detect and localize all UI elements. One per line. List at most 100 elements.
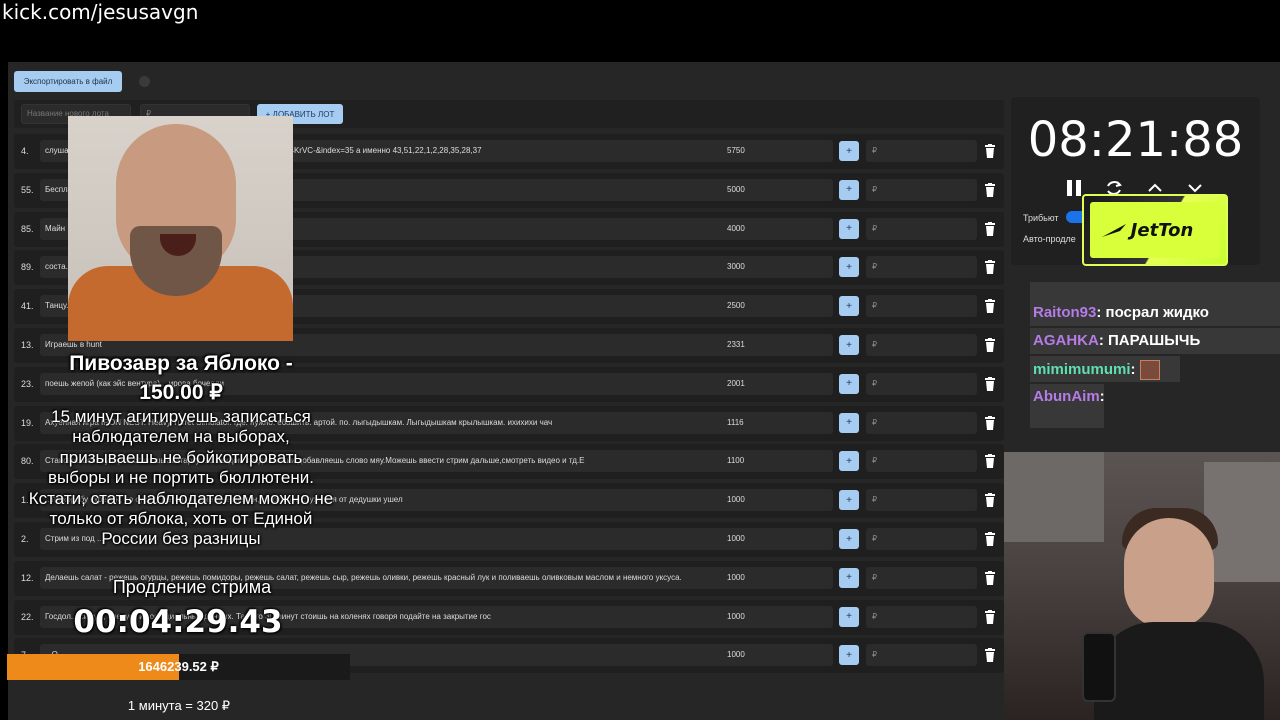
lot-number: 89.	[21, 262, 34, 273]
lot-add-input[interactable]: ₽	[866, 295, 977, 318]
lot-amount[interactable]: 2331	[722, 334, 833, 356]
chat-username: АbunAim	[1033, 388, 1100, 405]
trash-icon[interactable]	[984, 609, 996, 624]
lot-add-input[interactable]: ₽	[866, 372, 977, 395]
donation-message-line: 15 минут агитируешь записаться	[51, 407, 311, 426]
trash-icon[interactable]	[984, 260, 996, 275]
donation-message-line: Кстати, стать наблюдателем можно не	[28, 488, 334, 508]
lot-add-input[interactable]: ₽	[866, 140, 977, 162]
lot-amount[interactable]: 4000	[722, 217, 833, 240]
lot-add-input[interactable]: ₽	[866, 411, 977, 434]
lot-add-input[interactable]: ₽	[866, 528, 977, 550]
donation-message-line: призываешь не бойкотировать	[59, 447, 303, 467]
lot-number: 55.	[21, 184, 34, 195]
lot-amount[interactable]: 5750	[722, 140, 833, 162]
trash-icon[interactable]	[984, 415, 996, 430]
add-amount-button[interactable]: +	[839, 335, 859, 355]
chat-separator: :	[1099, 388, 1105, 405]
trash-icon[interactable]	[984, 338, 996, 352]
add-amount-button[interactable]: +	[839, 412, 859, 433]
lot-amount[interactable]: 1000	[722, 489, 833, 512]
pause-icon[interactable]	[1064, 178, 1084, 198]
auto-extend-label: Авто-продле	[1023, 234, 1076, 244]
trash-icon[interactable]	[984, 376, 996, 391]
add-amount-button[interactable]: +	[839, 179, 859, 200]
trash-icon[interactable]	[984, 182, 996, 197]
rate-note: 1 минута = 320 ₽	[127, 698, 231, 713]
add-amount-button[interactable]: +	[839, 141, 859, 161]
donation-title: Пивозавр за Яблоко -	[69, 352, 293, 375]
add-amount-button[interactable]: +	[839, 218, 859, 239]
lot-amount[interactable]: 1116	[722, 411, 833, 434]
webcam-body	[1094, 622, 1264, 720]
lot-amount[interactable]: 1100	[722, 450, 833, 473]
trash-icon[interactable]	[984, 532, 996, 546]
stream-url: kick.com/jesusavgn	[2, 0, 199, 24]
lot-amount[interactable]: 1000	[722, 566, 833, 589]
trash-icon[interactable]	[984, 493, 996, 508]
lot-amount[interactable]: 5000	[722, 178, 833, 201]
webcam-background	[1004, 452, 1104, 542]
add-amount-button[interactable]: +	[839, 606, 859, 627]
trash-icon[interactable]	[984, 144, 996, 158]
jetton-logo: JetTon	[1090, 202, 1220, 258]
lot-add-input[interactable]: ₽	[866, 256, 977, 279]
trash-icon[interactable]	[984, 299, 996, 314]
jetton-wordmark: JetTon	[1130, 219, 1194, 241]
add-amount-button[interactable]: +	[839, 490, 859, 511]
donation-amount: 150.00 ₽	[139, 381, 223, 404]
export-button[interactable]: Экспортировать в файл	[14, 71, 122, 92]
lot-add-input[interactable]: ₽	[866, 644, 977, 667]
lot-add-input[interactable]: ₽	[866, 450, 977, 473]
add-amount-button[interactable]: +	[839, 257, 859, 278]
chat-row-bg	[1030, 282, 1280, 300]
chat-username: mimimumumi	[1033, 360, 1131, 378]
add-amount-button[interactable]: +	[839, 373, 859, 394]
microphone-icon	[1082, 632, 1116, 702]
lot-amount[interactable]: 1000	[722, 528, 833, 550]
trash-icon[interactable]	[984, 648, 996, 663]
webcam-background	[1204, 462, 1280, 582]
chat-message: АbunAim:	[1033, 388, 1105, 405]
add-amount-button[interactable]: +	[839, 451, 859, 472]
lot-add-input[interactable]: ₽	[866, 566, 977, 589]
lot-amount[interactable]: 2500	[722, 295, 833, 318]
lot-number: 85.	[21, 223, 34, 234]
extension-timer: 00:04:29.43	[73, 604, 283, 640]
donation-webcam	[68, 116, 293, 341]
chat-message: AGAHKA: ПАРАШЫЧЬ	[1033, 332, 1200, 349]
lot-amount[interactable]: 1000	[722, 605, 833, 628]
donation-message-line: выборы и не портить бюллютени.	[48, 468, 314, 488]
chat-text: ПАРАШЫЧЬ	[1108, 332, 1201, 349]
trash-icon[interactable]	[984, 570, 996, 585]
auction-timer: 08:21:88	[1027, 112, 1244, 168]
jetton-arrow-icon	[1102, 224, 1126, 237]
lot-amount[interactable]: 2001	[722, 372, 833, 395]
jetton-banner: JetTon	[1082, 194, 1228, 266]
chat-message: Raiton93: посрал жидко	[1033, 304, 1209, 321]
donation-message-line: России без разницы	[101, 529, 261, 549]
chat-username: AGAHKA	[1033, 332, 1099, 349]
donation-progress-bar: 1646239.52 ₽	[7, 654, 350, 680]
chat-separator: :	[1098, 332, 1109, 349]
add-amount-button[interactable]: +	[839, 645, 859, 666]
lot-add-input[interactable]: ₽	[866, 217, 977, 240]
add-amount-button[interactable]: +	[839, 529, 859, 549]
lot-amount[interactable]: 3000	[722, 256, 833, 279]
lot-add-input[interactable]: ₽	[866, 605, 977, 628]
stream-frame: kick.com/jesusavgn Экспортировать в файл…	[0, 0, 1280, 720]
status-dot-icon	[139, 76, 150, 87]
emote-icon	[1139, 360, 1160, 380]
trash-icon[interactable]	[984, 221, 996, 236]
add-amount-button[interactable]: +	[839, 296, 859, 317]
lot-add-input[interactable]: ₽	[866, 489, 977, 512]
chat-message: mimimumumi:	[1033, 360, 1160, 380]
lot-amount[interactable]: 1000	[722, 644, 833, 667]
lot-add-input[interactable]: ₽	[866, 178, 977, 201]
lot-number: 13.	[21, 340, 34, 350]
lot-add-input[interactable]: ₽	[866, 334, 977, 356]
trash-icon[interactable]	[984, 454, 996, 469]
donation-message-line: наблюдателем на выборах,	[72, 427, 290, 447]
add-amount-button[interactable]: +	[839, 567, 859, 588]
extension-label: Продление стрима	[112, 577, 272, 597]
